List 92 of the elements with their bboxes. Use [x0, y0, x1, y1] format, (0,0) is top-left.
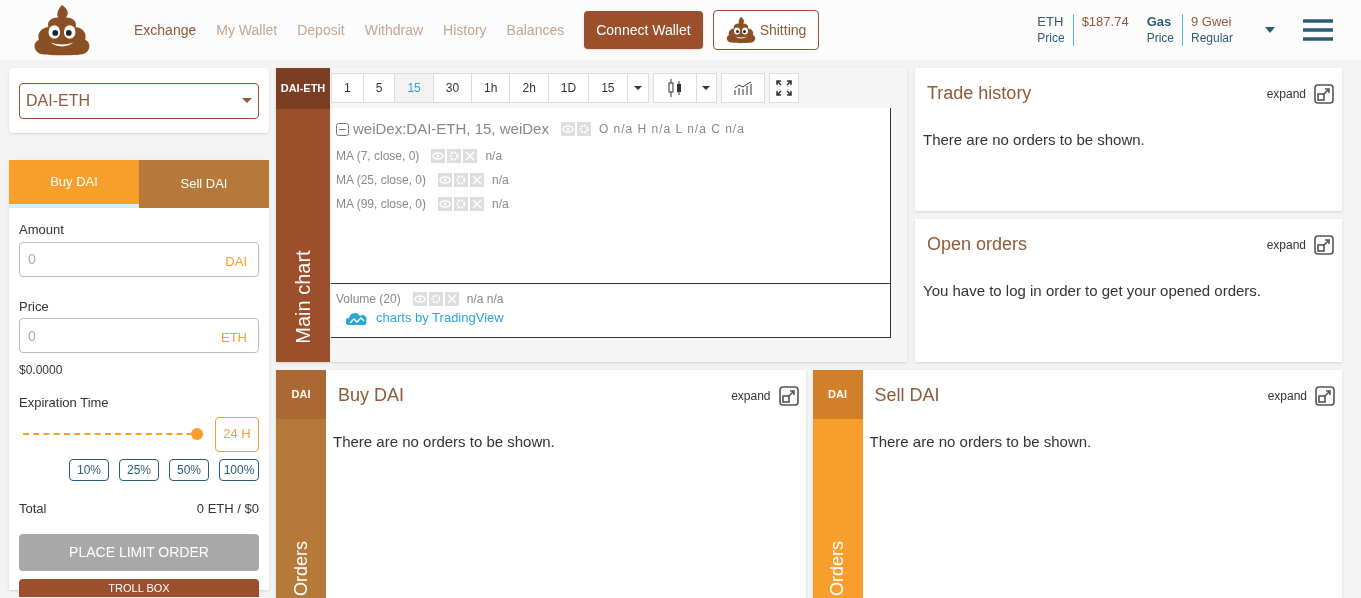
settings-icon[interactable] — [454, 172, 469, 187]
expiration-value: 24 H — [215, 416, 259, 452]
total-value: 0 ETH / $0 — [196, 499, 259, 518]
field-label: Price — [19, 297, 50, 316]
percent-button[interactable]: 50% — [169, 458, 209, 481]
poo-icon — [33, 3, 91, 57]
volume-label: Volume (20) — [336, 291, 401, 308]
expand-icon[interactable] — [1315, 385, 1335, 406]
stat-label: Gas — [1146, 14, 1173, 30]
stat-sublabel: Price — [1146, 30, 1174, 46]
percent-button[interactable]: 25% — [119, 458, 159, 481]
interval-button[interactable]: 2h — [510, 74, 549, 102]
chart-title: weiDex:DAI-ETH, 15, weiDex — [353, 119, 549, 139]
card-title: Sell DAI — [874, 384, 940, 407]
card-title: Buy DAI — [338, 384, 405, 407]
indicator-value: n/a — [492, 195, 509, 213]
account-button[interactable]: Shitting — [712, 10, 820, 50]
order-tab[interactable]: Sell DAI — [139, 160, 269, 208]
settings-icon[interactable] — [428, 292, 443, 306]
expand-icon[interactable] — [778, 385, 799, 406]
settings-icon[interactable] — [454, 196, 469, 211]
eye-icon[interactable] — [560, 122, 575, 137]
fullscreen-icon[interactable] — [775, 80, 792, 96]
caret-icon[interactable] — [633, 86, 642, 90]
volume-value: n/a n/a — [466, 291, 504, 308]
eye-icon[interactable] — [438, 196, 453, 211]
card-message: You have to log in order to get your opened orders. — [923, 281, 1262, 301]
stat-subvalue: Regular — [1190, 30, 1233, 46]
price-usd: $0.0000 — [19, 362, 64, 379]
field-label: Amount — [19, 221, 65, 239]
settings-icon[interactable] — [576, 122, 591, 137]
candlestick-icon[interactable] — [667, 79, 682, 97]
close-icon[interactable] — [444, 292, 459, 306]
expiration-slider[interactable] — [23, 428, 203, 440]
indicator-value: n/a — [492, 171, 509, 189]
eye-icon[interactable] — [438, 172, 453, 187]
slider-thumb[interactable] — [191, 428, 203, 440]
pair-select[interactable]: DAI-ETH — [19, 82, 259, 119]
field-label: Expiration Time — [19, 394, 110, 412]
stat-value: 9 Gwei — [1190, 14, 1233, 30]
cloud-icon — [346, 310, 368, 325]
indicator-label: MA (25, close, 0) — [336, 171, 427, 189]
percent-button[interactable]: 100% — [219, 458, 259, 481]
interval-button[interactable]: 30 — [433, 74, 473, 102]
settings-icon[interactable] — [447, 148, 462, 163]
stat-label: ETH — [1037, 14, 1065, 30]
unit-label: ETH — [221, 329, 247, 347]
expand-icon[interactable] — [1314, 83, 1334, 104]
poo-icon — [725, 16, 756, 44]
eye-icon[interactable] — [431, 148, 446, 163]
side-label: Orders — [826, 541, 848, 596]
pair-label: DAI-ETH — [276, 68, 330, 109]
card-title: Trade history — [927, 82, 1032, 105]
expand-link[interactable]: expand — [1267, 386, 1307, 405]
close-icon[interactable] — [470, 196, 485, 211]
caret-icon[interactable] — [702, 86, 710, 90]
indicator-label: MA (7, close, 0) — [336, 147, 420, 165]
interval-button[interactable]: 1 — [332, 74, 364, 102]
close-icon[interactable] — [470, 172, 485, 187]
troll-box-button[interactable]: TROLL BOX — [19, 579, 259, 597]
stat-sublabel: Price — [1037, 30, 1065, 46]
total-label: Total — [19, 499, 47, 518]
expand-link[interactable]: expand — [731, 386, 771, 405]
side-label: Main chart — [291, 250, 315, 344]
side-label: Orders — [289, 541, 312, 596]
indicators-icon[interactable] — [733, 81, 752, 95]
interval-button[interactable]: 1D — [548, 74, 590, 102]
indicator-value: n/a — [485, 147, 503, 165]
expand-icon[interactable] — [1314, 234, 1334, 255]
stat-value: $187.74 — [1081, 14, 1129, 30]
unit-label: DAI — [225, 252, 247, 271]
card-title: Open orders — [927, 233, 1028, 256]
token-label: DAI — [276, 370, 326, 419]
token-label: DAI — [812, 370, 863, 419]
expand-link[interactable]: expand — [1266, 84, 1306, 103]
card-message: There are no orders to be shown. — [333, 432, 556, 452]
percent-button[interactable]: 10% — [69, 458, 109, 481]
interval-button[interactable]: 15 — [589, 74, 628, 102]
collapse-icon[interactable] — [336, 122, 349, 136]
expand-link[interactable]: expand — [1266, 235, 1306, 254]
close-icon[interactable] — [463, 148, 478, 163]
nav-link[interactable]: Exchange — [124, 19, 207, 41]
card-message: There are no orders to be shown. — [869, 432, 1093, 452]
ohlc-values: O n/a H n/a L n/a C n/a — [598, 121, 745, 139]
interval-button[interactable]: 1h — [472, 74, 511, 102]
menu-icon[interactable] — [1303, 19, 1333, 41]
dropdown-caret-icon[interactable] — [1265, 27, 1275, 33]
indicator-label: MA (99, close, 0) — [336, 195, 427, 213]
connect-wallet-button[interactable]: Connect Wallet — [584, 11, 703, 49]
caret-icon — [242, 98, 252, 103]
eye-icon[interactable] — [412, 292, 427, 306]
card-message: There are no orders to be shown. — [923, 130, 1146, 150]
